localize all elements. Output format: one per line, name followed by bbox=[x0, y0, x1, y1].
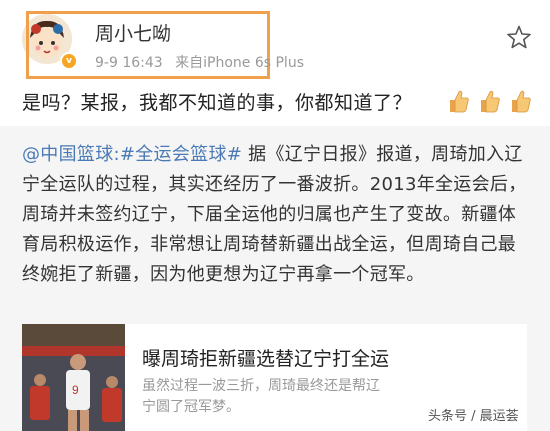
timestamp: 9-9 16:43 bbox=[95, 55, 163, 71]
thumbs-up-emojis bbox=[446, 88, 534, 114]
post-text: 是吗？某报，我都不知道的事，你都知道了？ bbox=[22, 92, 413, 114]
thumbs-up-icon bbox=[450, 90, 469, 113]
username[interactable]: 周小七呦 bbox=[95, 19, 171, 46]
repost-block[interactable]: @中国篮球:#全运会篮球# 据《辽宁日报》报道，周琦加入辽宁全运队的过程，其实还… bbox=[0, 126, 550, 431]
repost-text: @中国篮球:#全运会篮球# 据《辽宁日报》报道，周琦加入辽宁全运队的过程，其实还… bbox=[22, 140, 527, 290]
post-source: 来自iPhone 6s Plus bbox=[175, 55, 304, 71]
thumbs-up-icon bbox=[512, 90, 531, 113]
repost-tags[interactable]: @中国篮球:#全运会篮球# bbox=[22, 144, 242, 165]
article-thumbnail: 9 bbox=[22, 324, 125, 431]
article-title[interactable]: 曝周琦拒新疆选替辽宁打全运 bbox=[142, 344, 389, 371]
post-header: v 周小七呦 9-9 16:43 来自iPhone 6s Plus bbox=[0, 0, 550, 88]
thumbs-up-icon bbox=[481, 90, 500, 113]
star-icon[interactable] bbox=[506, 24, 532, 50]
svg-text:9: 9 bbox=[72, 383, 79, 397]
article-description: 虽然过程一波三折，周琦最终还是帮辽宁圆了冠军梦。 bbox=[142, 378, 380, 415]
post-meta: 9-9 16:43 来自iPhone 6s Plus bbox=[95, 52, 304, 72]
watermark: 头条号 / 晨运荟 bbox=[428, 409, 519, 424]
repost-body: 据《辽宁日报》报道，周琦加入辽宁全运队的过程，其实还经历了一番波折。2013年全… bbox=[22, 144, 527, 285]
